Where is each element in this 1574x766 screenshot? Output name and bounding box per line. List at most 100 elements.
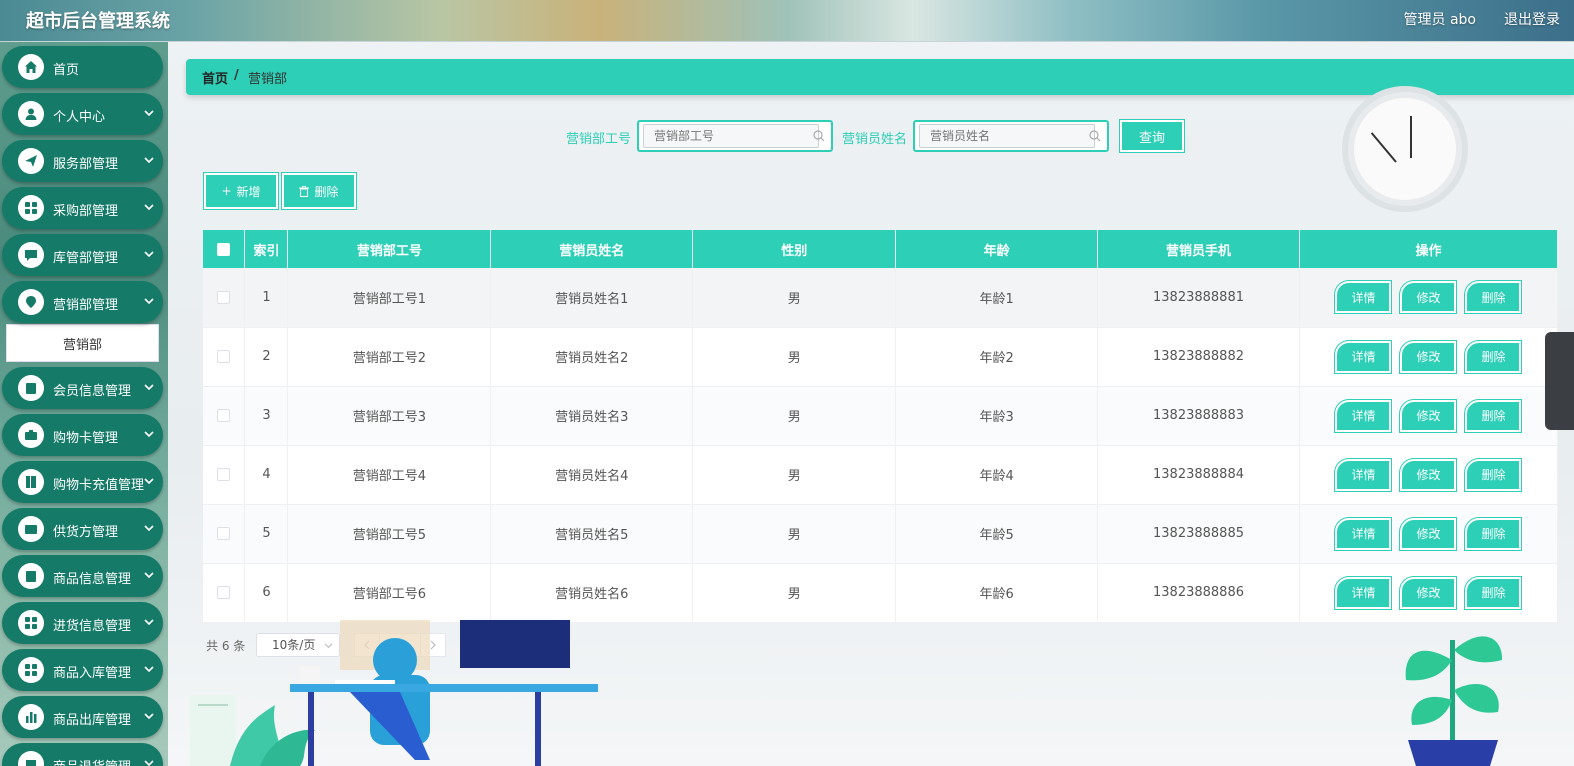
current-user: 管理员 abo <box>1403 12 1476 28</box>
row-checkbox[interactable] <box>217 468 231 481</box>
edit-button[interactable]: 修改 <box>1399 516 1458 551</box>
cell-index: 5 <box>244 504 289 564</box>
batch-delete-button[interactable]: 删除 <box>281 172 357 210</box>
row-checkbox[interactable] <box>217 409 231 422</box>
grid-icon <box>18 610 44 636</box>
sidebar-item-0[interactable]: 首页 <box>2 46 163 88</box>
bar-chart-icon <box>18 704 44 730</box>
chat-icon <box>18 242 44 268</box>
edit-button[interactable]: 修改 <box>1399 339 1458 374</box>
edit-button[interactable]: 修改 <box>1399 575 1458 610</box>
batch-delete-label: 删除 <box>314 184 339 199</box>
sidebar-item-4[interactable]: 库管部管理 <box>2 234 163 276</box>
logout-link[interactable]: 退出登录 <box>1504 9 1560 29</box>
delete-button[interactable]: 删除 <box>1464 516 1523 551</box>
clock-minute-hand <box>1410 116 1412 158</box>
sidebar-item-label: 商品退货管理 <box>53 756 131 766</box>
side-drawer-tab[interactable] <box>1545 332 1574 430</box>
select-cell <box>203 504 246 564</box>
sidebar-item-6[interactable]: 会员信息管理 <box>2 367 163 409</box>
detail-button[interactable]: 详情 <box>1334 398 1393 433</box>
select-cell <box>203 327 246 387</box>
search-id-label: 营销部工号 <box>566 132 632 147</box>
add-button[interactable]: + 新增 <box>203 172 279 210</box>
cell-gender: 男 <box>692 268 897 328</box>
sidebar-item-label: 营销部管理 <box>53 298 119 313</box>
query-button[interactable]: 查询 <box>1119 119 1185 153</box>
delete-button[interactable]: 删除 <box>1464 457 1523 492</box>
cell-actions: 详情 修改 删除 <box>1299 504 1559 564</box>
breadcrumb-home[interactable]: 首页 <box>202 68 228 87</box>
cell-gender: 男 <box>692 445 897 505</box>
sidebar-item-11[interactable]: 进货信息管理 <box>2 602 163 644</box>
cell-phone: 13823888886 <box>1097 563 1300 623</box>
chevron-down-icon <box>143 616 155 628</box>
sidebar-item-label: 供货方管理 <box>53 525 119 540</box>
briefcase-icon <box>18 422 44 448</box>
detail-button[interactable]: 详情 <box>1334 339 1393 374</box>
detail-button[interactable]: 详情 <box>1334 516 1393 551</box>
search-name-input[interactable] <box>919 124 1095 148</box>
sidebar-item-9[interactable]: 供货方管理 <box>2 508 163 550</box>
search-icon <box>1089 130 1101 142</box>
row-checkbox[interactable] <box>217 290 231 304</box>
cell-id: 营销部工号2 <box>287 327 492 387</box>
delete-button[interactable]: 删除 <box>1464 575 1523 610</box>
select-cell <box>203 445 246 505</box>
add-button-label: 新增 <box>236 184 261 199</box>
sidebar-item-7[interactable]: 购物卡管理 <box>2 414 163 456</box>
breadcrumb-current: 营销部 <box>248 72 288 87</box>
edit-button[interactable]: 修改 <box>1399 398 1458 433</box>
sidebar-subitem-marketing[interactable]: 营销部 <box>6 324 159 362</box>
cell-phone: 13823888883 <box>1097 386 1300 446</box>
row-checkbox[interactable] <box>217 586 231 599</box>
cell-phone: 13823888882 <box>1097 327 1300 387</box>
col-index: 索引 <box>244 230 289 268</box>
sidebar-item-13[interactable]: 商品出库管理 <box>2 696 163 738</box>
chevron-down-icon <box>143 569 155 581</box>
sidebar-item-label: 商品入库管理 <box>53 666 132 681</box>
clock-hour-hand <box>1370 132 1397 163</box>
search-id-input[interactable] <box>643 124 819 148</box>
edit-button[interactable]: 修改 <box>1399 280 1458 315</box>
delete-button[interactable]: 删除 <box>1464 339 1523 374</box>
cell-phone: 13823888881 <box>1097 268 1300 328</box>
app-title: 超市后台管理系统 <box>26 11 170 32</box>
detail-button[interactable]: 详情 <box>1334 457 1393 492</box>
row-actions: 详情 修改 删除 <box>1300 516 1557 551</box>
cell-age: 年龄3 <box>895 386 1099 446</box>
sidebar-item-10[interactable]: 商品信息管理 <box>2 555 163 597</box>
cell-actions: 详情 修改 删除 <box>1299 386 1559 446</box>
sidebar-item-3[interactable]: 采购部管理 <box>2 187 163 229</box>
sidebar-item-14[interactable]: 商品退货管理 <box>2 743 163 766</box>
trash-icon <box>299 185 310 197</box>
table-row: 4 营销部工号4 营销员姓名4 男年龄4 13823888884 详情 修改 删除 <box>203 445 1559 505</box>
sidebar-item-2[interactable]: 服务部管理 <box>2 140 163 182</box>
sidebar-item-1[interactable]: 个人中心 <box>2 93 163 135</box>
chevron-down-icon <box>143 475 155 487</box>
sidebar-item-8[interactable]: 购物卡充值管理 <box>2 461 163 503</box>
cell-actions: 详情 修改 删除 <box>1299 268 1559 328</box>
cell-age: 年龄4 <box>895 445 1099 505</box>
sidebar-item-12[interactable]: 商品入库管理 <box>2 649 163 691</box>
sidebar-item-label: 库管部管理 <box>53 251 119 266</box>
select-cell <box>203 563 246 623</box>
sidebar-item-5[interactable]: 营销部管理 <box>2 281 163 323</box>
table-row: 3 营销部工号3 营销员姓名3 男年龄3 13823888883 详情 修改 删除 <box>203 386 1559 446</box>
select-all-checkbox[interactable] <box>217 242 231 256</box>
col-id: 营销部工号 <box>287 230 492 268</box>
select-cell <box>203 268 246 328</box>
detail-button[interactable]: 详情 <box>1334 280 1393 315</box>
cell-actions: 详情 修改 删除 <box>1299 445 1559 505</box>
breadcrumb-separator: / <box>234 68 239 83</box>
delete-button[interactable]: 删除 <box>1464 398 1523 433</box>
delete-button[interactable]: 删除 <box>1464 280 1523 315</box>
sidebar-item-label: 商品出库管理 <box>53 713 132 728</box>
detail-button[interactable]: 详情 <box>1334 575 1393 610</box>
row-checkbox[interactable] <box>217 350 231 363</box>
chevron-down-icon <box>143 154 155 166</box>
clipboard-check-icon <box>18 375 44 401</box>
row-checkbox[interactable] <box>217 527 231 540</box>
cell-gender: 男 <box>692 504 897 564</box>
edit-button[interactable]: 修改 <box>1399 457 1458 492</box>
